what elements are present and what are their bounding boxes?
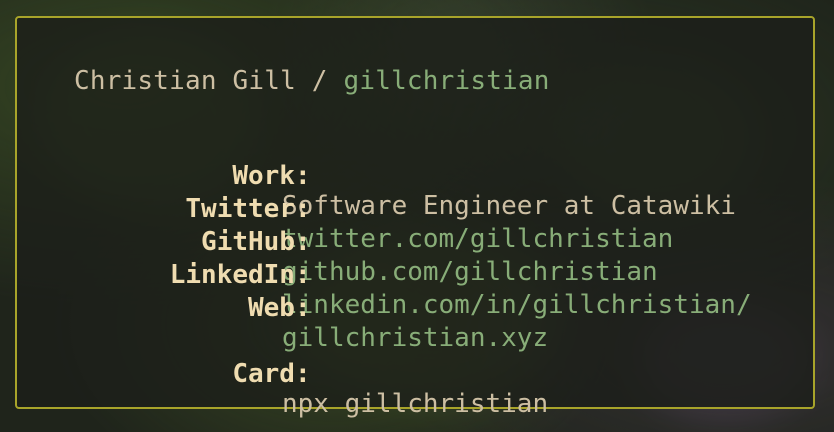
card-command-row: Card: npx gillchristian: [17, 329, 548, 419]
linkedin-link[interactable]: linkedin.com/in/gillchristian/: [282, 290, 752, 320]
card-label: Card:: [232, 359, 311, 389]
web-label: Web:: [248, 293, 311, 323]
work-value: Software Engineer at Catawiki: [282, 191, 736, 221]
twitter-label: Twitter:: [185, 194, 311, 224]
npx-command: npx gillchristian: [282, 389, 549, 419]
web-link[interactable]: gillchristian.xyz: [282, 323, 548, 353]
full-name: Christian Gill: [74, 66, 296, 96]
business-card-panel: Christian Gill / gillchristian Work: Sof…: [15, 16, 815, 419]
username-handle: gillchristian: [343, 66, 550, 96]
linkedin-row: LinkedIn: linkedin.com/in/gillchristian/: [17, 230, 752, 320]
github-row: GitHub: github.com/gillchristian: [17, 197, 658, 287]
linkedin-label: LinkedIn:: [169, 260, 311, 290]
web-row: Web: gillchristian.xyz: [17, 263, 548, 353]
twitter-link[interactable]: twitter.com/gillchristian: [282, 224, 673, 254]
github-link[interactable]: github.com/gillchristian: [282, 257, 658, 287]
twitter-row: Twitter: twitter.com/gillchristian: [17, 164, 673, 254]
github-label: GitHub:: [201, 227, 311, 257]
name-separator: /: [295, 66, 344, 96]
work-label: Work:: [232, 161, 311, 191]
work-row: Work: Software Engineer at Catawiki: [17, 131, 736, 221]
card-header: Christian Gill / gillchristian: [74, 66, 550, 96]
